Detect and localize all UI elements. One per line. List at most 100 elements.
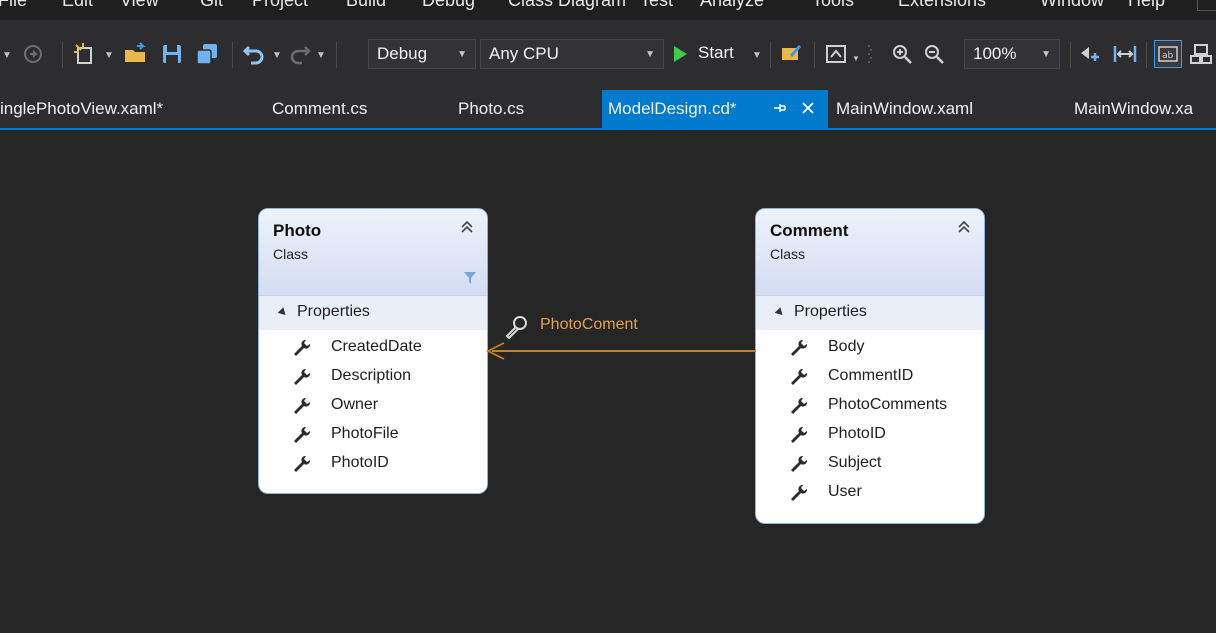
list-item[interactable]: PhotoComments [756,392,984,421]
property-name: CommentID [828,367,914,384]
section-label: Properties [794,303,867,320]
class-name: Comment [770,221,849,240]
add-inheritance-icon[interactable] [1078,42,1104,66]
tab-label: MainWindow.xaml [836,99,973,118]
layout-dropdown-caret[interactable]: ▼ [852,54,860,63]
menu-help[interactable]: Help [1128,0,1165,11]
start-play-icon[interactable] [670,44,690,64]
redo-dropdown-caret[interactable]: ▼ [316,50,326,61]
class-header[interactable]: Comment Class [756,209,984,296]
adjust-width-icon[interactable] [1112,42,1138,66]
menu-build[interactable]: Build [346,0,386,11]
list-item[interactable]: CommentID [756,363,984,392]
list-item[interactable]: Owner [259,392,487,421]
property-name: PhotoFile [331,425,399,442]
start-button[interactable]: Start [698,43,734,63]
document-tabs: inglePhotoView.xaml* Comment.cs Photo.cs… [0,90,1216,130]
tab-main-window-xaml-cs[interactable]: MainWindow.xa [1074,90,1216,128]
collapse-icon[interactable] [956,219,972,235]
collapse-icon[interactable] [459,219,475,235]
tab-comment-cs[interactable]: Comment.cs [272,90,367,128]
list-item[interactable]: Body [756,334,984,363]
platform-dropdown[interactable]: Any CPU ▼ [480,39,664,69]
menu-tools[interactable]: Tools [812,0,854,11]
navigate-forward-icon[interactable] [22,43,44,65]
property-name: CreatedDate [331,338,422,355]
filter-icon[interactable] [463,271,477,285]
toolbar: ▼ ▼ ▼ ▼ Debug ▼ Any CPU ▼ Start ▼ ▼ 100%… [0,20,1216,90]
list-item[interactable]: CreatedDate [259,334,487,363]
class-shape-photo[interactable]: Photo Class Properties CreatedDate Descr… [258,208,488,494]
wrench-icon [790,484,808,502]
menu-edit[interactable]: Edit [62,0,93,11]
property-name: Owner [331,396,379,413]
menu-window[interactable]: Window [1040,0,1104,11]
zoom-dropdown[interactable]: 100% ▼ [964,39,1060,69]
layout-diagram-icon[interactable] [824,42,848,66]
wrench-icon [293,339,311,357]
menu-file[interactable]: File [0,0,27,11]
association-line[interactable] [492,350,756,352]
menu-class-diagram[interactable]: Class Diagram [508,0,626,11]
list-item[interactable]: PhotoID [756,421,984,450]
redo-icon[interactable] [288,42,312,66]
expand-triangle-icon[interactable] [277,307,289,318]
menu-debug[interactable]: Debug [422,0,475,11]
pin-icon[interactable] [772,100,788,121]
list-item[interactable]: User [756,479,984,508]
menu-view[interactable]: View [120,0,159,11]
open-folder-icon[interactable] [122,41,150,67]
hot-reload-icon[interactable] [778,41,804,67]
association-label[interactable]: PhotoComent [540,316,638,334]
menu-bar: File Edit View Git Project Build Debug C… [0,0,1216,20]
properties-section[interactable]: Properties [259,296,487,330]
class-diagram-canvas[interactable] [8,130,1216,633]
tab-label: inglePhotoView.xaml* [0,99,164,118]
properties-section[interactable]: Properties [756,296,984,330]
new-dropdown-caret[interactable]: ▼ [104,50,114,61]
zoom-in-icon[interactable] [890,42,914,66]
property-list: CreatedDate Description Owner PhotoFile … [259,330,487,479]
toolbar-separator [770,42,771,68]
back-dropdown-caret[interactable]: ▼ [2,50,12,61]
undo-dropdown-caret[interactable]: ▼ [272,50,282,61]
solution-config-dropdown[interactable]: Debug ▼ [368,39,476,69]
association-property-icon [505,316,527,340]
zoom-out-icon[interactable] [922,42,946,66]
menu-git[interactable]: Git [200,0,223,11]
tab-single-photo-view[interactable]: inglePhotoView.xaml* [0,90,163,128]
class-header[interactable]: Photo Class [259,209,487,296]
property-name: Description [331,367,412,384]
close-icon[interactable] [800,100,816,121]
toolbar-separator [62,42,63,68]
tab-main-window-xaml[interactable]: MainWindow.xaml [836,90,973,128]
expand-triangle-icon[interactable] [774,307,786,318]
tab-label: MainWindow.xa [1074,99,1194,118]
menu-extensions[interactable]: Extensions [898,0,986,11]
toolbar-separator [232,42,233,68]
chevron-down-icon: ▼ [1041,49,1051,60]
wrench-icon [790,397,808,415]
tab-model-design[interactable]: ModelDesign.cd* [602,90,828,128]
wrench-icon [790,455,808,473]
save-icon[interactable] [160,42,184,66]
list-item[interactable]: Description [259,363,487,392]
window-edge [1197,0,1216,11]
new-project-icon[interactable] [72,41,98,67]
menu-analyze[interactable]: Analyze [700,0,764,11]
start-dropdown-caret[interactable]: ▼ [752,50,762,61]
list-item[interactable]: PhotoFile [259,421,487,450]
toolbar-grip [868,42,872,66]
tab-photo-cs[interactable]: Photo.cs [458,90,524,128]
list-item[interactable]: PhotoID [259,450,487,479]
list-item[interactable]: Subject [756,450,984,479]
display-type-icon[interactable] [1188,42,1214,66]
toolbar-separator [336,42,337,68]
display-name-toggle-icon[interactable]: ab [1154,40,1182,68]
class-shape-comment[interactable]: Comment Class Properties Body CommentID … [755,208,985,524]
menu-project[interactable]: Project [252,0,308,11]
property-name: PhotoID [331,454,389,471]
save-all-icon[interactable] [194,42,220,66]
undo-icon[interactable] [242,42,266,66]
menu-test[interactable]: Test [640,0,673,11]
